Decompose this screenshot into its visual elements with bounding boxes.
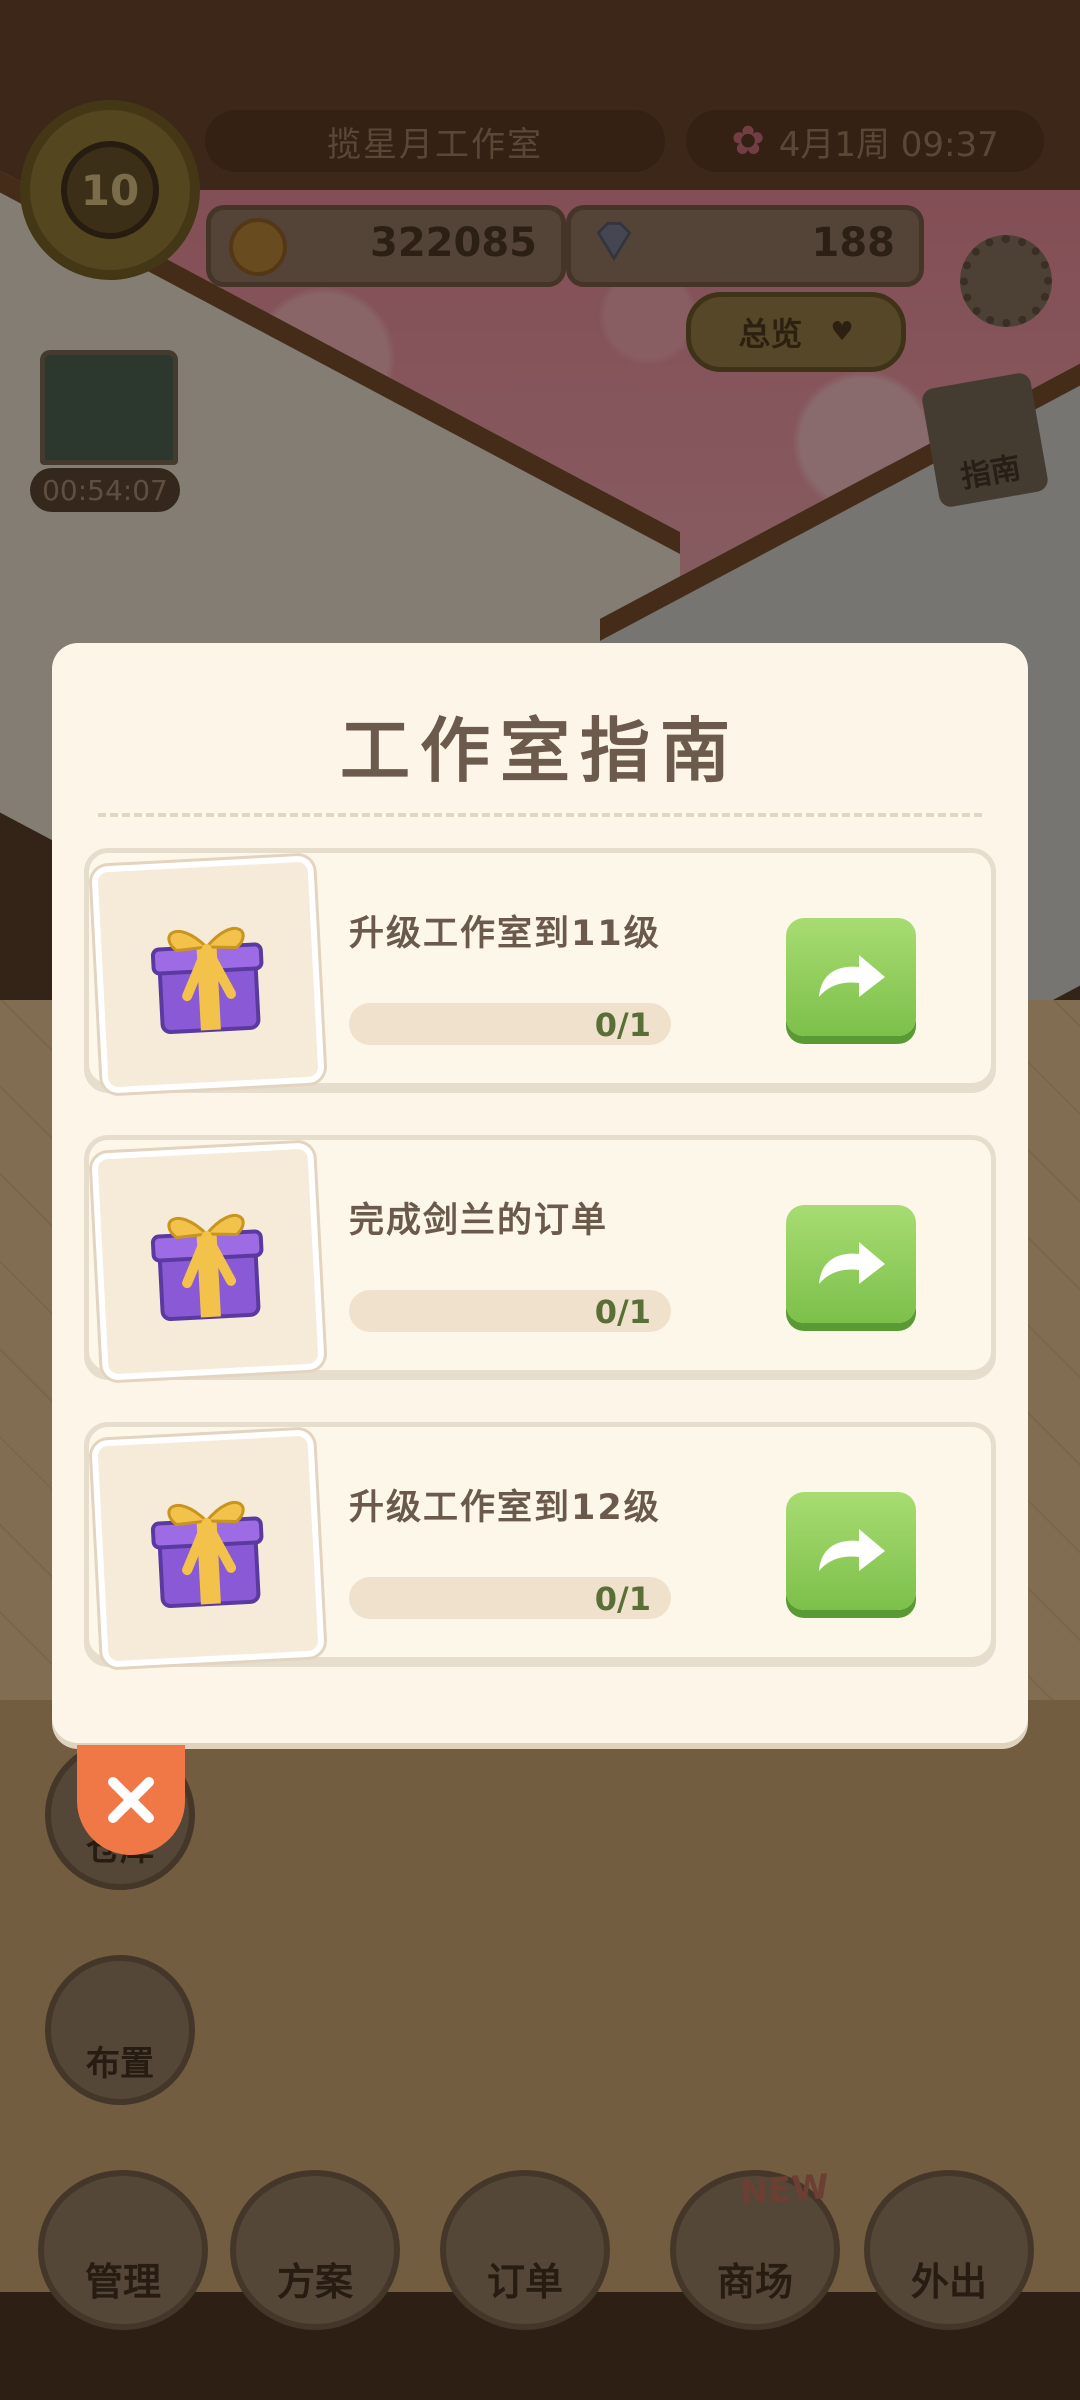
arrow-right-icon	[819, 955, 885, 997]
task-card: 升级工作室到11级 0/1	[84, 848, 996, 1094]
task-label: 升级工作室到12级	[349, 1488, 661, 1528]
task-card: 完成剑兰的订单 0/1	[84, 1135, 996, 1381]
title-divider	[98, 813, 982, 817]
task-progress-text: 0/1	[594, 1580, 651, 1618]
close-button[interactable]	[77, 1745, 185, 1855]
task-card: 升级工作室到12级 0/1	[84, 1422, 996, 1668]
task-progress-bar: 0/1	[349, 1003, 671, 1045]
reward-frame	[91, 1142, 325, 1381]
gift-box-icon	[150, 1213, 264, 1321]
arrow-right-icon	[819, 1242, 885, 1284]
dialog-title: 工作室指南	[340, 710, 740, 792]
arrow-right-icon	[819, 1529, 885, 1571]
task-label: 升级工作室到11级	[349, 914, 661, 954]
studio-guide-dialog: 工作室指南 升级工作室到11级 0/1 完成剑兰的订单 0/1 升级工作室到12…	[52, 643, 1028, 1743]
go-to-task-button[interactable]	[786, 918, 916, 1036]
task-label: 完成剑兰的订单	[349, 1201, 609, 1241]
task-progress-bar: 0/1	[349, 1577, 671, 1619]
go-to-task-button[interactable]	[786, 1492, 916, 1610]
reward-frame	[91, 855, 325, 1094]
gift-box-icon	[150, 926, 264, 1034]
close-icon	[108, 1777, 154, 1823]
task-progress-text: 0/1	[594, 1293, 651, 1331]
gift-box-icon	[150, 1500, 264, 1608]
reward-frame	[91, 1429, 325, 1668]
task-progress-bar: 0/1	[349, 1290, 671, 1332]
task-progress-text: 0/1	[594, 1006, 651, 1044]
go-to-task-button[interactable]	[786, 1205, 916, 1323]
